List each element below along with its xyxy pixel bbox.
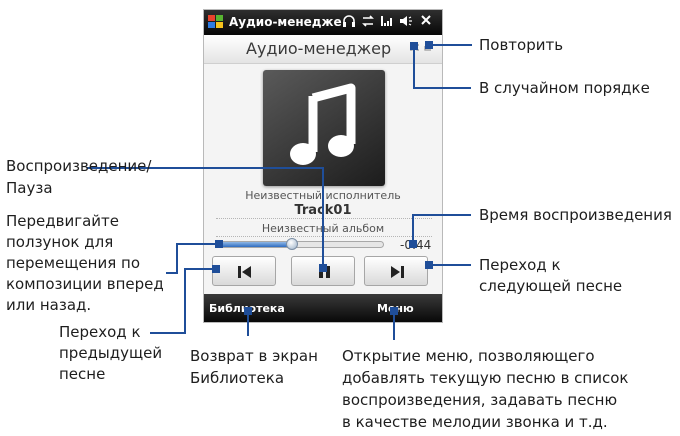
seek-slider-fill (217, 242, 292, 247)
callout-time: Время воспроизведения (479, 206, 672, 224)
callout-line (166, 272, 178, 274)
headphones-icon (342, 14, 356, 32)
callout-next-line2: следующей песне (479, 277, 623, 295)
callout-menu-line1: Открытие меню, позволяющего (342, 347, 595, 365)
callout-next-line1: Переход к (479, 256, 561, 274)
callout-line (184, 268, 186, 333)
callout-marker (390, 307, 398, 315)
callout-library-line2: Библиотека (190, 369, 285, 387)
callout-library-line1: Возврат в экран (190, 347, 318, 365)
divider (216, 218, 432, 219)
callout-line (428, 44, 472, 46)
close-icon[interactable] (420, 14, 432, 30)
seek-slider[interactable] (216, 241, 384, 248)
callout-line (412, 214, 471, 216)
callout-menu-line3: воспроизведения, задавать песню (342, 391, 618, 409)
app-title: Аудио-менеджер (246, 39, 392, 58)
callout-line (322, 167, 324, 269)
callout-prev-line3: песне (59, 365, 106, 383)
softkey-bar: Библиотека Меню (204, 294, 442, 322)
previous-track-icon (238, 266, 251, 278)
next-track-button[interactable] (364, 256, 428, 286)
callout-seek-line2: ползунок для (6, 233, 114, 251)
sync-icon (361, 14, 375, 32)
callout-marker (425, 41, 433, 49)
callout-marker (319, 264, 327, 272)
divider (216, 236, 432, 237)
callout-menu-line4: в качестве мелодии звонка и т.д. (342, 413, 608, 431)
callout-marker (425, 261, 433, 269)
window-title: Аудио-менедже (229, 15, 342, 29)
volume-icon[interactable] (399, 14, 413, 32)
previous-track-button[interactable] (212, 256, 276, 286)
callout-seek-line1: Передвигайте (6, 212, 120, 230)
signal-icon (380, 14, 394, 32)
callout-menu-line2: добавлять текущую песню в список (342, 369, 629, 387)
callout-seek-line5: или назад. (6, 296, 92, 314)
callout-play-pause-line1: Воспроизведение/ (6, 157, 152, 175)
callout-seek-line3: перемещения по (6, 254, 141, 272)
callout-line (176, 243, 178, 273)
windows-logo-icon[interactable] (208, 15, 224, 29)
callout-marker (410, 42, 418, 50)
callout-prev-line1: Переход к (59, 323, 141, 341)
callout-marker (409, 240, 417, 248)
callout-marker (212, 265, 220, 273)
callout-line (428, 264, 471, 266)
callout-marker (215, 240, 223, 248)
callout-line (413, 44, 415, 88)
callout-play-pause-line2: Пауза (6, 179, 53, 197)
next-track-icon (391, 266, 404, 278)
app-header: Аудио-менеджер (204, 35, 442, 64)
seek-slider-thumb[interactable] (285, 238, 298, 250)
callout-prev-line2: предыдущей (59, 344, 163, 362)
callout-shuffle: В случайном порядке (479, 79, 650, 97)
status-bar: Аудио-менедже (204, 10, 442, 35)
phone-screen: Аудио-менедже Аудио-менеджер Неизвестный… (203, 9, 443, 323)
callout-marker (244, 307, 252, 315)
callout-line (176, 243, 218, 245)
callout-repeat: Повторить (479, 36, 564, 54)
callout-line (413, 87, 471, 89)
callout-line (150, 332, 186, 334)
callout-seek-line4: композиции вперед (6, 275, 164, 293)
